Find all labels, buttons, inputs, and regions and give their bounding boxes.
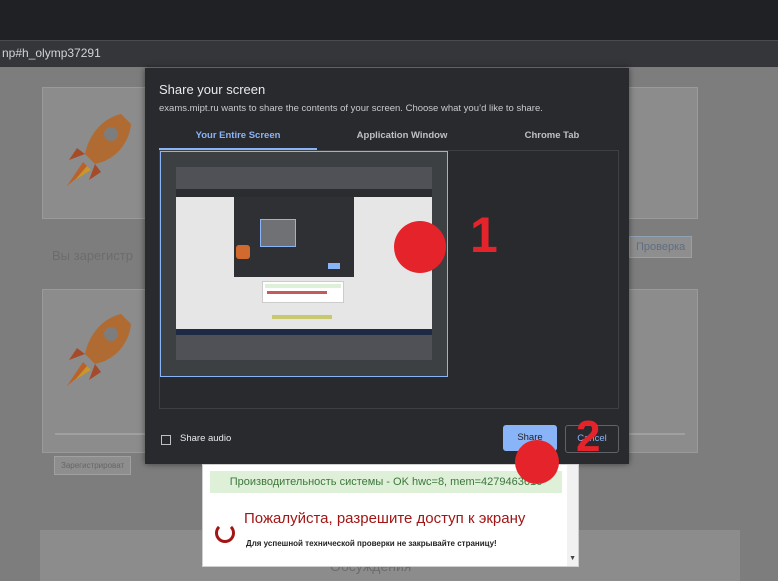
preview-browser-bar <box>176 189 432 197</box>
share-screen-dialog: Share your screen exams.mipt.ru wants to… <box>145 68 629 464</box>
annotation-number-2: 2 <box>576 412 601 461</box>
annotation-number-1: 1 <box>470 207 498 263</box>
tab-chrome-tab[interactable]: Chrome Tab <box>487 130 617 141</box>
preview-popup <box>262 281 344 303</box>
source-list-panel <box>159 150 619 409</box>
address-bar[interactable]: np#h_olymp37291 <box>0 40 778 67</box>
annotation-dot-1 <box>394 221 446 273</box>
address-bar-url[interactable]: np#h_olymp37291 <box>2 46 101 60</box>
performance-status: Производительность системы - OK hwc=8, m… <box>210 471 562 493</box>
rocket-icon <box>67 314 131 386</box>
register-field[interactable]: Зарегистрироват <box>54 456 132 475</box>
popup-scrollbar[interactable]: ▼ <box>567 465 578 566</box>
rocket-icon <box>67 114 131 186</box>
tab-entire-screen[interactable]: Your Entire Screen <box>159 130 317 141</box>
preview-taskbar <box>176 329 432 335</box>
preview-thumbnail <box>260 219 296 247</box>
share-audio-checkbox[interactable] <box>161 435 171 445</box>
browser-tab-strip <box>0 0 778 40</box>
registered-text: Вы зарегистр <box>52 248 133 263</box>
tab-application-window[interactable]: Application Window <box>317 130 487 141</box>
preview-rocket-icon <box>236 245 250 259</box>
annotation-dot-2 <box>515 440 559 484</box>
dialog-subtitle: exams.mipt.ru wants to share the content… <box>159 103 543 114</box>
preview-dialog <box>234 197 354 277</box>
loading-spinner-icon <box>215 523 235 543</box>
preview-page <box>176 197 432 329</box>
scroll-down-icon[interactable]: ▼ <box>569 555 576 562</box>
screen-preview <box>176 167 432 360</box>
dialog-title: Share your screen <box>159 82 266 97</box>
check-button[interactable]: Проверка <box>629 236 693 258</box>
status-popup: Производительность системы - OK hwc=8, m… <box>202 464 579 567</box>
screen-access-error: Пожалуйста, разрешите доступ к экрану <box>244 510 526 527</box>
share-audio-label: Share audio <box>180 433 232 444</box>
keep-page-open-note: Для успешной технической проверки не зак… <box>246 539 497 548</box>
preview-share-button <box>328 263 340 269</box>
